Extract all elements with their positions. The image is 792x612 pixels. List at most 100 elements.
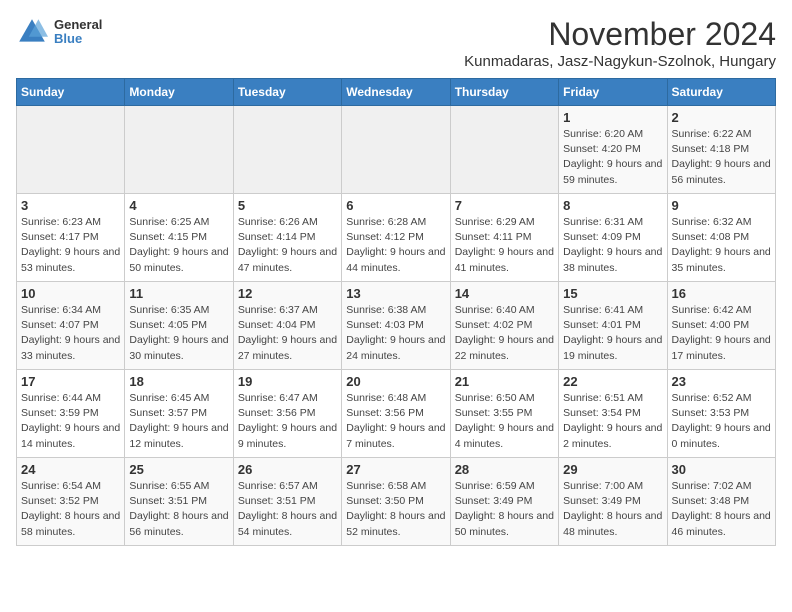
day-number: 9: [672, 198, 771, 213]
day-info: Sunrise: 6:47 AMSunset: 3:56 PMDaylight:…: [238, 391, 337, 452]
day-info: Sunrise: 6:37 AMSunset: 4:04 PMDaylight:…: [238, 303, 337, 364]
month-title: November 2024: [464, 16, 776, 53]
calendar-cell: 12 Sunrise: 6:37 AMSunset: 4:04 PMDayligh…: [233, 282, 341, 370]
weekday-header-thursday: Thursday: [450, 79, 558, 106]
calendar-cell: 19 Sunrise: 6:47 AMSunset: 3:56 PMDayligh…: [233, 370, 341, 458]
calendar-cell: 6 Sunrise: 6:28 AMSunset: 4:12 PMDaylight…: [342, 194, 450, 282]
day-number: 14: [455, 286, 554, 301]
day-info: Sunrise: 6:38 AMSunset: 4:03 PMDaylight:…: [346, 303, 445, 364]
day-info: Sunrise: 6:54 AMSunset: 3:52 PMDaylight:…: [21, 479, 120, 540]
logo-blue: Blue: [54, 32, 102, 46]
day-number: 26: [238, 462, 337, 477]
day-info: Sunrise: 6:48 AMSunset: 3:56 PMDaylight:…: [346, 391, 445, 452]
calendar-cell: 29 Sunrise: 7:00 AMSunset: 3:49 PMDayligh…: [559, 458, 667, 546]
calendar-cell: 23Sunrise: 6:52 AMSunset: 3:53 PMDayligh…: [667, 370, 775, 458]
calendar-cell: 10Sunrise: 6:34 AMSunset: 4:07 PMDayligh…: [17, 282, 125, 370]
day-number: 21: [455, 374, 554, 389]
day-number: 4: [129, 198, 228, 213]
day-info: Sunrise: 6:22 AMSunset: 4:18 PMDaylight:…: [672, 127, 771, 188]
day-number: 29: [563, 462, 662, 477]
day-number: 18: [129, 374, 228, 389]
day-info: Sunrise: 6:35 AMSunset: 4:05 PMDaylight:…: [129, 303, 228, 364]
day-number: 22: [563, 374, 662, 389]
day-number: 28: [455, 462, 554, 477]
calendar-cell: [125, 106, 233, 194]
calendar-cell: 13 Sunrise: 6:38 AMSunset: 4:03 PMDayligh…: [342, 282, 450, 370]
day-info: Sunrise: 6:45 AMSunset: 3:57 PMDaylight:…: [129, 391, 228, 452]
calendar-week-row: 24 Sunrise: 6:54 AMSunset: 3:52 PMDayligh…: [17, 458, 776, 546]
calendar-cell: 18 Sunrise: 6:45 AMSunset: 3:57 PMDayligh…: [125, 370, 233, 458]
day-number: 24: [21, 462, 120, 477]
day-number: 11: [129, 286, 228, 301]
day-info: Sunrise: 6:51 AMSunset: 3:54 PMDaylight:…: [563, 391, 662, 452]
day-number: 5: [238, 198, 337, 213]
weekday-header-saturday: Saturday: [667, 79, 775, 106]
calendar-cell: [342, 106, 450, 194]
calendar-cell: 25Sunrise: 6:55 AMSunset: 3:51 PMDayligh…: [125, 458, 233, 546]
calendar-week-row: 3Sunrise: 6:23 AMSunset: 4:17 PMDaylight…: [17, 194, 776, 282]
day-info: Sunrise: 6:25 AMSunset: 4:15 PMDaylight:…: [129, 215, 228, 276]
day-info: Sunrise: 7:00 AMSunset: 3:49 PMDaylight:…: [563, 479, 662, 540]
calendar-cell: 8Sunrise: 6:31 AMSunset: 4:09 PMDaylight…: [559, 194, 667, 282]
day-number: 7: [455, 198, 554, 213]
calendar-cell: 11 Sunrise: 6:35 AMSunset: 4:05 PMDayligh…: [125, 282, 233, 370]
weekday-header-monday: Monday: [125, 79, 233, 106]
calendar-cell: 3Sunrise: 6:23 AMSunset: 4:17 PMDaylight…: [17, 194, 125, 282]
weekday-header-friday: Friday: [559, 79, 667, 106]
calendar-cell: 21Sunrise: 6:50 AMSunset: 3:55 PMDayligh…: [450, 370, 558, 458]
calendar-week-row: 17 Sunrise: 6:44 AMSunset: 3:59 PMDayligh…: [17, 370, 776, 458]
day-info: Sunrise: 6:42 AMSunset: 4:00 PMDaylight:…: [672, 303, 771, 364]
day-info: Sunrise: 6:44 AMSunset: 3:59 PMDaylight:…: [21, 391, 120, 452]
calendar-cell: 2Sunrise: 6:22 AMSunset: 4:18 PMDaylight…: [667, 106, 775, 194]
day-info: Sunrise: 6:41 AMSunset: 4:01 PMDaylight:…: [563, 303, 662, 364]
weekday-header-wednesday: Wednesday: [342, 79, 450, 106]
day-number: 19: [238, 374, 337, 389]
day-number: 27: [346, 462, 445, 477]
calendar-cell: 5Sunrise: 6:26 AMSunset: 4:14 PMDaylight…: [233, 194, 341, 282]
day-number: 25: [129, 462, 228, 477]
calendar-cell: [233, 106, 341, 194]
calendar-cell: 26 Sunrise: 6:57 AMSunset: 3:51 PMDayligh…: [233, 458, 341, 546]
calendar-cell: 16 Sunrise: 6:42 AMSunset: 4:00 PMDayligh…: [667, 282, 775, 370]
calendar-cell: 27Sunrise: 6:58 AMSunset: 3:50 PMDayligh…: [342, 458, 450, 546]
calendar-cell: [17, 106, 125, 194]
day-info: Sunrise: 7:02 AMSunset: 3:48 PMDaylight:…: [672, 479, 771, 540]
title-area: November 2024 Kunmadaras, Jasz-Nagykun-S…: [464, 16, 776, 70]
logo-text: General Blue: [54, 18, 102, 47]
day-number: 12: [238, 286, 337, 301]
day-info: Sunrise: 6:57 AMSunset: 3:51 PMDaylight:…: [238, 479, 337, 540]
weekday-header-row: SundayMondayTuesdayWednesdayThursdayFrid…: [17, 79, 776, 106]
day-number: 23: [672, 374, 771, 389]
day-info: Sunrise: 6:59 AMSunset: 3:49 PMDaylight:…: [455, 479, 554, 540]
calendar-cell: 14Sunrise: 6:40 AMSunset: 4:02 PMDayligh…: [450, 282, 558, 370]
day-number: 10: [21, 286, 120, 301]
page-header: General Blue November 2024 Kunmadaras, J…: [16, 16, 776, 70]
day-info: Sunrise: 6:29 AMSunset: 4:11 PMDaylight:…: [455, 215, 554, 276]
calendar-cell: 30 Sunrise: 7:02 AMSunset: 3:48 PMDayligh…: [667, 458, 775, 546]
calendar-header: SundayMondayTuesdayWednesdayThursdayFrid…: [17, 79, 776, 106]
day-number: 17: [21, 374, 120, 389]
calendar-cell: [450, 106, 558, 194]
day-number: 15: [563, 286, 662, 301]
calendar-cell: 15 Sunrise: 6:41 AMSunset: 4:01 PMDayligh…: [559, 282, 667, 370]
day-info: Sunrise: 6:28 AMSunset: 4:12 PMDaylight:…: [346, 215, 445, 276]
calendar-cell: 28 Sunrise: 6:59 AMSunset: 3:49 PMDayligh…: [450, 458, 558, 546]
day-number: 8: [563, 198, 662, 213]
day-number: 20: [346, 374, 445, 389]
calendar-table: SundayMondayTuesdayWednesdayThursdayFrid…: [16, 78, 776, 546]
day-info: Sunrise: 6:32 AMSunset: 4:08 PMDaylight:…: [672, 215, 771, 276]
day-number: 16: [672, 286, 771, 301]
day-number: 6: [346, 198, 445, 213]
calendar-cell: 20 Sunrise: 6:48 AMSunset: 3:56 PMDayligh…: [342, 370, 450, 458]
calendar-cell: 1Sunrise: 6:20 AMSunset: 4:20 PMDaylight…: [559, 106, 667, 194]
day-number: 1: [563, 110, 662, 125]
day-number: 30: [672, 462, 771, 477]
day-info: Sunrise: 6:23 AMSunset: 4:17 PMDaylight:…: [21, 215, 120, 276]
calendar-cell: 24 Sunrise: 6:54 AMSunset: 3:52 PMDayligh…: [17, 458, 125, 546]
logo-icon: [16, 16, 48, 48]
logo: General Blue: [16, 16, 102, 48]
calendar-cell: 9 Sunrise: 6:32 AMSunset: 4:08 PMDaylight…: [667, 194, 775, 282]
day-number: 13: [346, 286, 445, 301]
calendar-cell: 4 Sunrise: 6:25 AMSunset: 4:15 PMDaylight…: [125, 194, 233, 282]
logo-general: General: [54, 18, 102, 32]
